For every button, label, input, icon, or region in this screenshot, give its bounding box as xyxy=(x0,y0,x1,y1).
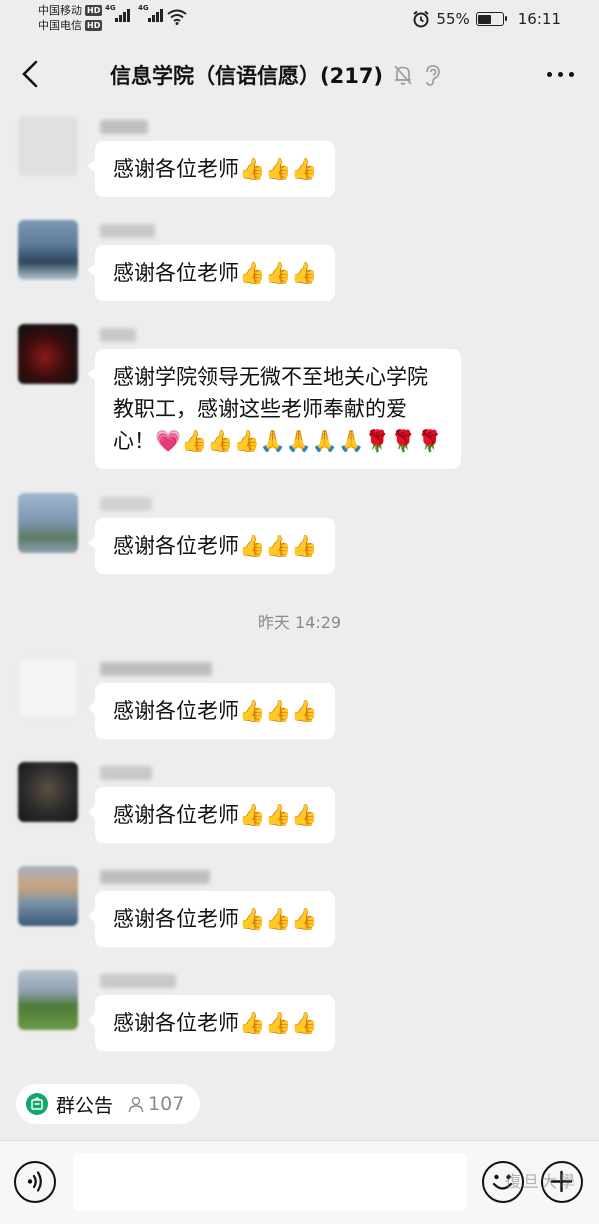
message-input[interactable] xyxy=(73,1153,467,1211)
clock: 16:11 xyxy=(517,10,561,28)
notice-icon xyxy=(26,1093,48,1115)
member-count-value: 107 xyxy=(148,1093,185,1115)
avatar[interactable] xyxy=(18,762,78,822)
group-notice-button[interactable]: 群公告 107 xyxy=(16,1084,201,1124)
voice-button[interactable] xyxy=(14,1161,56,1203)
network-type: 4G xyxy=(105,4,116,12)
message-bubble[interactable]: 感谢学院领导无微不至地关心学院 教职工，感谢这些老师奉献的爱 心！💗👍👍👍🙏🙏🙏… xyxy=(88,349,461,469)
time-divider: 昨天 14:29 xyxy=(257,613,342,632)
avatar[interactable] xyxy=(18,220,78,280)
mute-bell-icon xyxy=(394,65,412,85)
back-button[interactable] xyxy=(16,58,46,90)
alarm-icon xyxy=(413,10,430,28)
more-actions-button[interactable] xyxy=(541,1161,583,1203)
avatar[interactable] xyxy=(18,116,78,176)
sender-name xyxy=(100,662,212,676)
battery-percent: 55% xyxy=(436,10,470,28)
battery-icon xyxy=(475,12,507,26)
emoji-icon xyxy=(492,1174,513,1190)
message-bubble[interactable]: 感谢各位老师👍👍👍 xyxy=(87,995,336,1051)
message-bubble[interactable]: 感谢各位老师👍👍👍 xyxy=(87,683,336,739)
carrier-info: 中国移动 HD 中国电信 HD xyxy=(38,3,103,33)
emoji-button[interactable] xyxy=(482,1161,524,1203)
ear-icon xyxy=(426,65,440,86)
person-icon xyxy=(128,1096,144,1113)
network-type: 4G xyxy=(138,4,149,12)
sender-name xyxy=(100,974,176,988)
avatar[interactable] xyxy=(18,658,78,718)
sender-name xyxy=(100,328,136,342)
wifi-icon xyxy=(167,9,187,25)
message-bubble[interactable]: 感谢各位老师👍👍👍 xyxy=(87,245,336,301)
avatar[interactable] xyxy=(18,493,78,553)
signal-icon: 4G xyxy=(138,4,163,22)
carrier-label: 中国电信 xyxy=(38,19,82,32)
message-bubble[interactable]: 感谢各位老师👍👍👍 xyxy=(87,891,336,947)
sender-name xyxy=(100,870,210,884)
chat-header: 信息学院（信语信愿）(217) xyxy=(0,40,599,108)
hd-badge: HD xyxy=(85,5,103,16)
avatar[interactable] xyxy=(18,866,78,926)
message-bubble[interactable]: 感谢各位老师👍👍👍 xyxy=(87,518,336,574)
member-count: 107 xyxy=(127,1093,184,1115)
chat-title: 信息学院（信语信愿）(217) xyxy=(110,64,384,88)
input-bar xyxy=(0,1140,599,1224)
hd-badge: HD xyxy=(85,20,103,31)
avatar[interactable] xyxy=(18,970,78,1030)
message-bubble[interactable]: 感谢各位老师👍👍👍 xyxy=(87,787,336,843)
more-icon xyxy=(546,71,574,77)
carrier-label: 中国移动 xyxy=(38,4,82,17)
message-bubble[interactable]: 感谢各位老师👍👍👍 xyxy=(87,141,336,197)
more-button[interactable] xyxy=(543,62,577,86)
plus-icon xyxy=(550,1170,573,1193)
voice-icon xyxy=(27,1171,42,1192)
avatar[interactable] xyxy=(18,324,78,384)
signal-icon: 4G xyxy=(105,4,130,22)
announcement-bar: 群公告 107 xyxy=(0,1068,599,1140)
sender-name xyxy=(100,766,152,780)
sender-name xyxy=(100,120,148,134)
back-icon xyxy=(22,60,38,88)
notice-label: 群公告 xyxy=(56,1094,114,1117)
sender-name xyxy=(100,497,152,511)
status-bar: 中国移动 HD 中国电信 HD 4G 4G 55% 16:11 xyxy=(0,0,599,40)
sender-name xyxy=(100,224,155,238)
